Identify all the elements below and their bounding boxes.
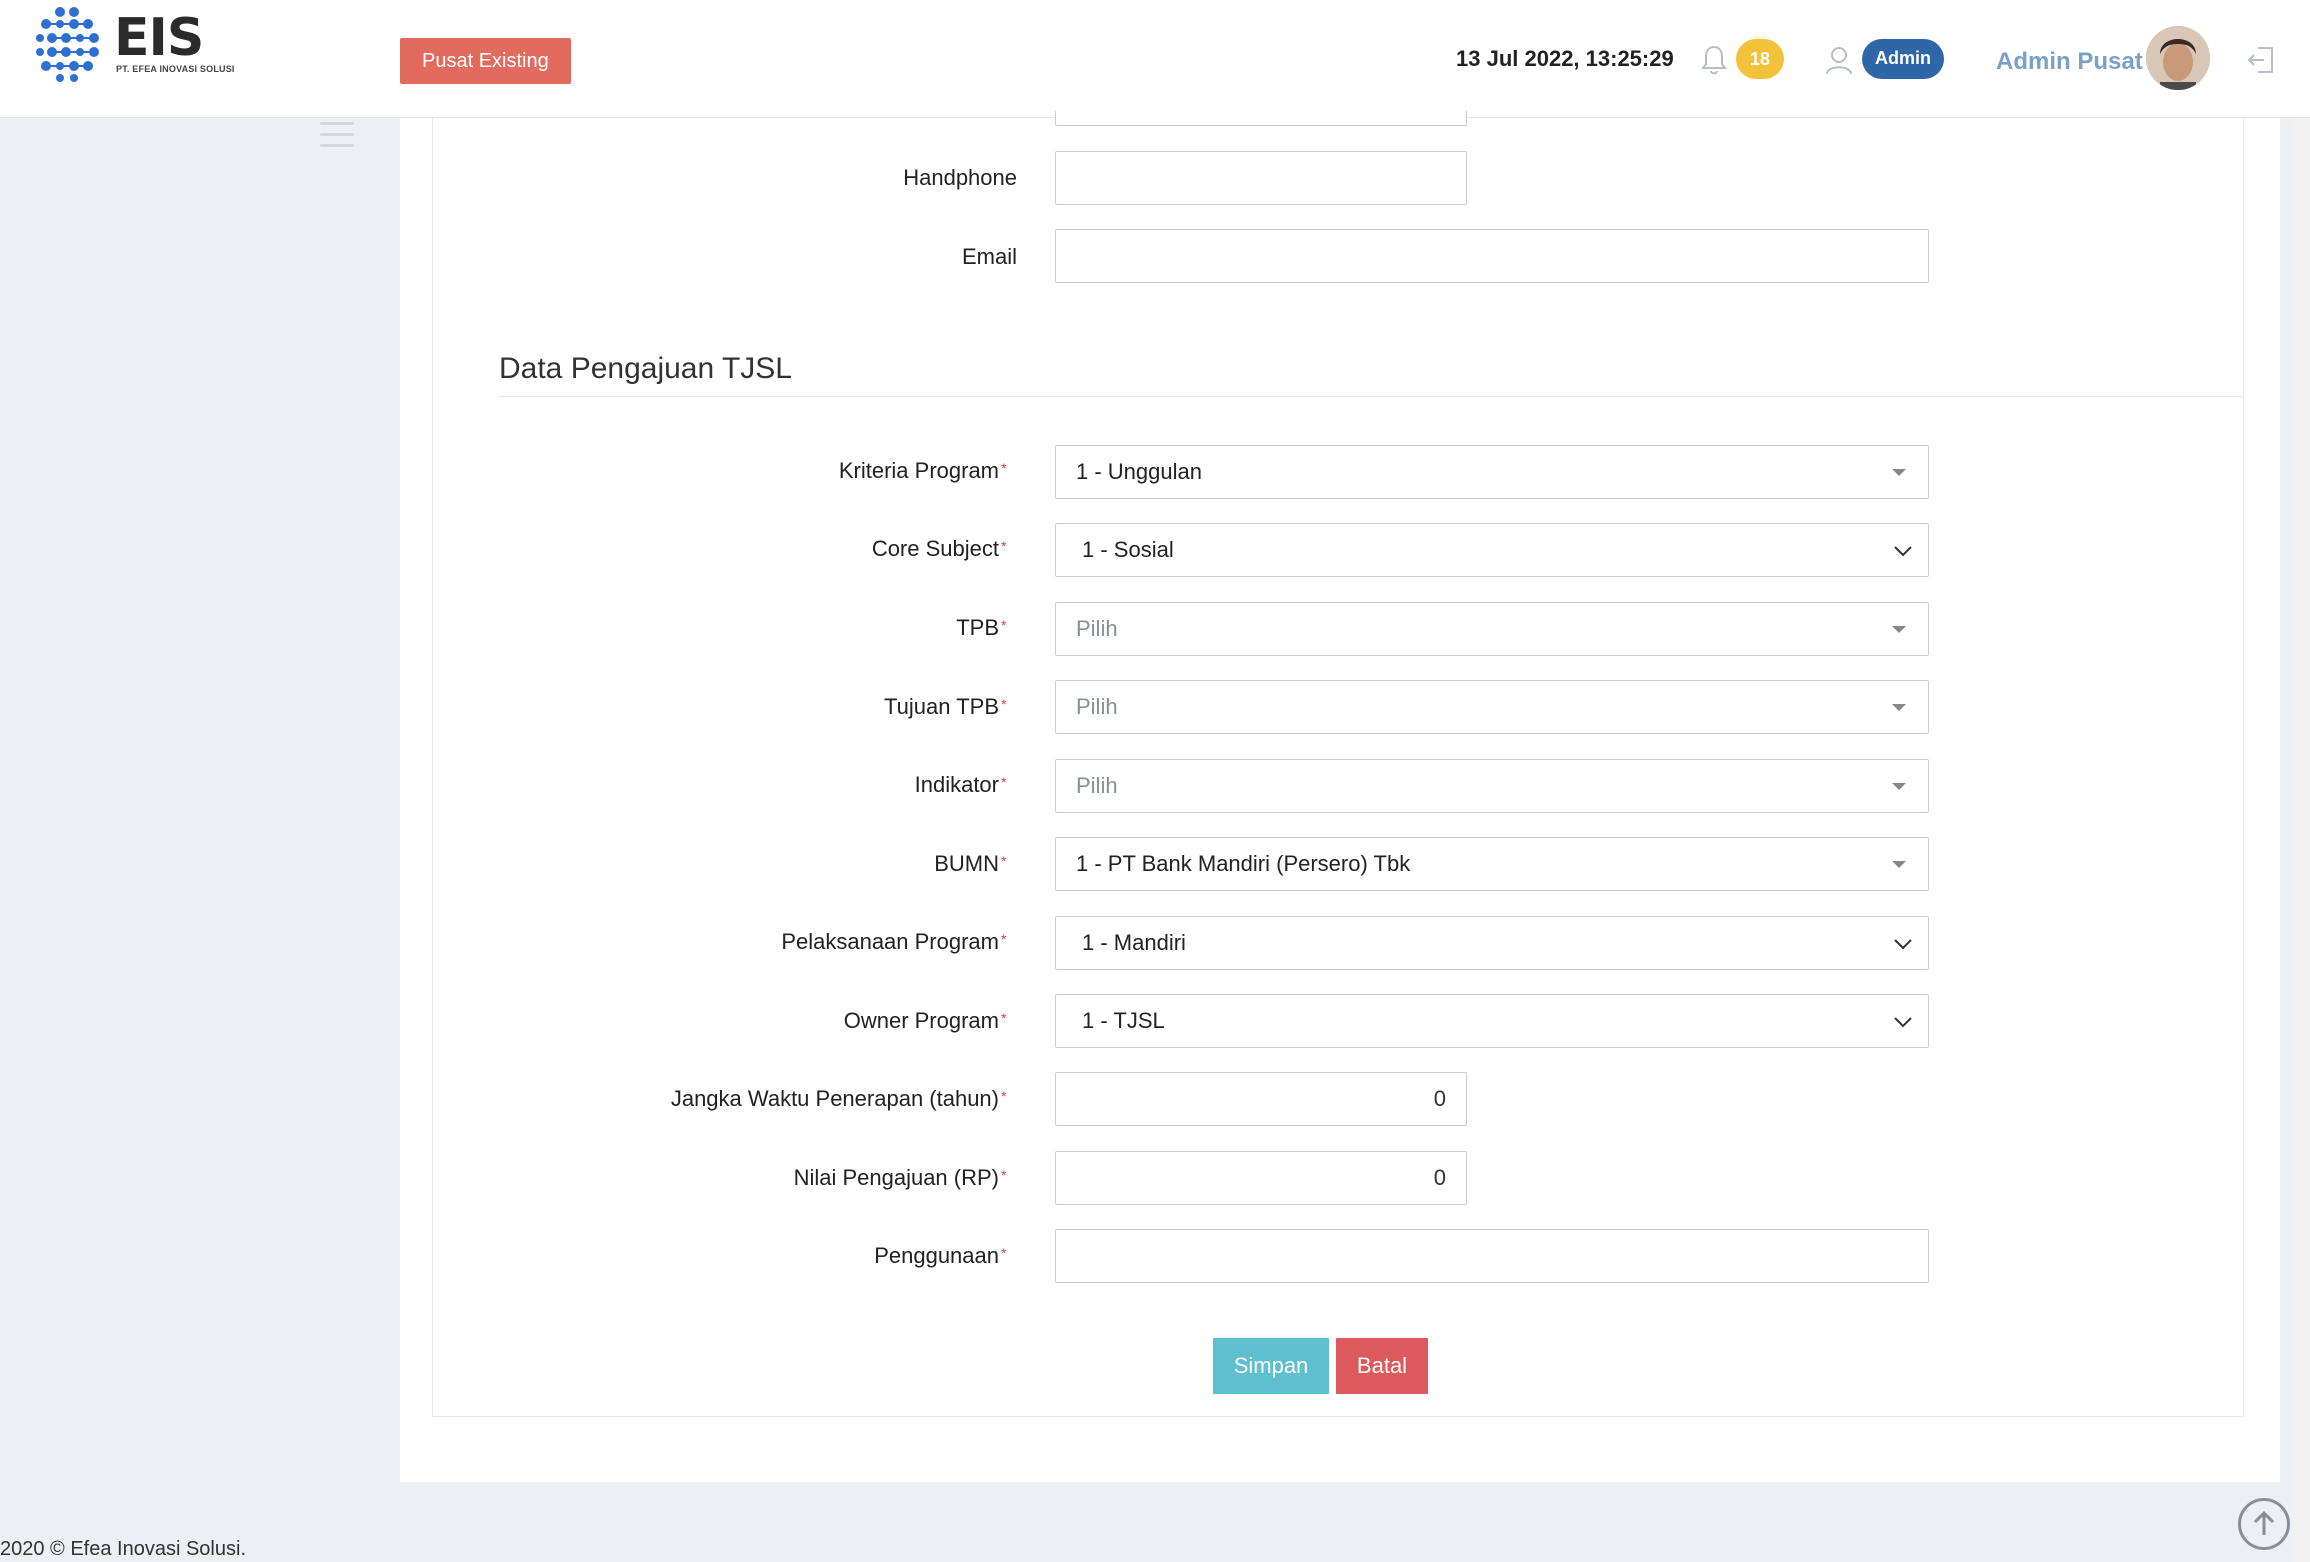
sidebar-toggle-icon[interactable]: [320, 122, 354, 148]
footer-copyright: 2020 © Efea Inovasi Solusi.: [0, 1538, 246, 1560]
caret-down-icon: [1892, 783, 1906, 790]
pelaksanaan-program-label: Pelaksanaan Program: [781, 929, 999, 954]
brand-logo[interactable]: EIS PT. EFEA INOVASI SOLUSI: [36, 6, 234, 82]
kriteria-program-label: Kriteria Program: [838, 458, 999, 483]
chevron-down-icon: [1894, 1017, 1912, 1028]
mode-button[interactable]: Pusat Existing: [400, 38, 571, 84]
required-marker: *: [1001, 774, 1007, 790]
required-marker: *: [1001, 1010, 1007, 1026]
required-marker: *: [1001, 538, 1007, 554]
cancel-button[interactable]: Batal: [1336, 1338, 1428, 1394]
required-marker: *: [1001, 460, 1007, 476]
top-navbar: EIS PT. EFEA INOVASI SOLUSI Pusat Existi…: [0, 0, 2310, 118]
required-marker: *: [1001, 1088, 1007, 1104]
nilai-pengajuan-input[interactable]: [1055, 1151, 1467, 1205]
tpb-select[interactable]: Pilih: [1055, 602, 1929, 656]
caret-down-icon: [1892, 626, 1906, 633]
required-marker: *: [1001, 853, 1007, 869]
user-name[interactable]: Admin Pusat: [1996, 48, 2143, 76]
save-button[interactable]: Simpan: [1213, 1338, 1329, 1394]
core-subject-select[interactable]: 1 - Sosial: [1055, 523, 1929, 577]
indikator-select[interactable]: Pilih: [1055, 759, 1929, 813]
tujuan-tpb-label: Tujuan TPB: [884, 694, 999, 719]
avatar-photo-icon: [2146, 26, 2210, 90]
bumn-select[interactable]: 1 - PT Bank Mandiri (Persero) Tbk: [1055, 837, 1929, 891]
notification-count-badge[interactable]: 18: [1736, 39, 1784, 79]
caret-down-icon: [1892, 704, 1906, 711]
chevron-down-icon: [1894, 546, 1912, 557]
email-input[interactable]: [1055, 229, 1929, 283]
required-marker: *: [1001, 696, 1007, 712]
form-card: Handphone Email Data Pengajuan TJSL Krit…: [432, 110, 2244, 1417]
penggunaan-input[interactable]: [1055, 1229, 1929, 1283]
required-marker: *: [1001, 931, 1007, 947]
kriteria-program-select[interactable]: 1 - Unggulan: [1055, 445, 1929, 499]
penggunaan-label: Penggunaan: [874, 1243, 999, 1268]
chevron-down-icon: [1894, 939, 1912, 950]
jangka-waktu-label: Jangka Waktu Penerapan (tahun): [670, 1086, 999, 1111]
owner-program-label: Owner Program: [843, 1008, 999, 1033]
email-label: Email: [961, 244, 1017, 269]
tpb-label: TPB: [956, 615, 999, 640]
avatar[interactable]: [2146, 26, 2210, 90]
address-input[interactable]: [1055, 110, 1467, 126]
jangka-waktu-input[interactable]: [1055, 1072, 1467, 1126]
tujuan-tpb-select[interactable]: Pilih: [1055, 680, 1929, 734]
bumn-label: BUMN: [934, 851, 999, 876]
logo-subtitle: PT. EFEA INOVASI SOLUSI: [116, 64, 235, 74]
caret-down-icon: [1892, 861, 1906, 868]
core-subject-label: Core Subject: [871, 536, 999, 561]
logout-icon[interactable]: [2246, 44, 2276, 76]
bell-icon[interactable]: [1700, 44, 1728, 76]
main-content: Handphone Email Data Pengajuan TJSL Krit…: [400, 110, 2280, 1482]
section-title: Data Pengajuan TJSL: [499, 352, 792, 385]
handphone-label: Handphone: [903, 165, 1017, 190]
current-datetime: 13 Jul 2022, 13:25:29: [1456, 46, 1674, 71]
required-marker: *: [1001, 1167, 1007, 1183]
handphone-input[interactable]: [1055, 151, 1467, 205]
pelaksanaan-program-select[interactable]: 1 - Mandiri: [1055, 916, 1929, 970]
required-marker: *: [1001, 617, 1007, 633]
indikator-label: Indikator: [914, 772, 999, 797]
nilai-pengajuan-label: Nilai Pengajuan (RP): [793, 1165, 999, 1190]
role-badge: Admin: [1862, 39, 1944, 79]
logo-text: EIS: [114, 8, 204, 68]
page-scrollbar[interactable]: [2292, 118, 2310, 1562]
required-marker: *: [1001, 1245, 1007, 1261]
owner-program-select[interactable]: 1 - TJSL: [1055, 994, 1929, 1048]
user-icon[interactable]: [1824, 44, 1854, 76]
caret-down-icon: [1892, 469, 1906, 476]
arrow-up-icon: [2253, 1510, 2275, 1535]
section-divider: [499, 396, 2243, 397]
scroll-to-top-button[interactable]: [2238, 1498, 2290, 1550]
logo-dots-icon: [36, 7, 99, 82]
